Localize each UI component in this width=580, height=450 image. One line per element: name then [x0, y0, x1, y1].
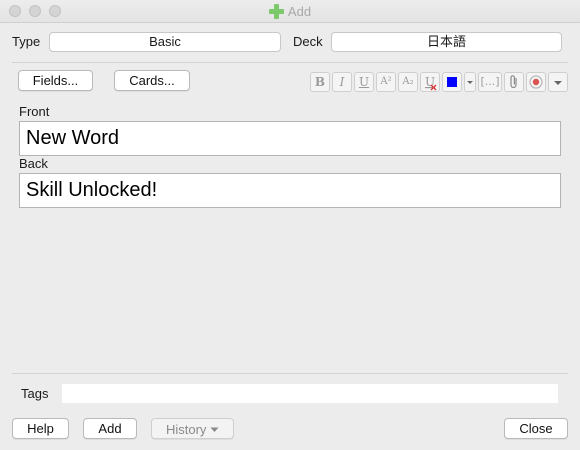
bold-icon[interactable]: B: [310, 72, 330, 92]
chevron-down-icon: [210, 419, 219, 438]
front-field[interactable]: New Word: [19, 121, 561, 156]
tags-label: Tags: [21, 386, 49, 401]
attach-icon[interactable]: [504, 72, 524, 92]
type-selector[interactable]: Basic: [49, 32, 281, 52]
help-button[interactable]: Help: [12, 418, 69, 439]
color-dropdown-icon[interactable]: [464, 72, 476, 92]
back-label: Back: [19, 156, 48, 171]
front-label: Front: [19, 104, 50, 119]
fields-button[interactable]: Fields...: [18, 70, 93, 91]
text-color-icon[interactable]: [442, 72, 462, 92]
clear-format-icon[interactable]: U: [420, 72, 440, 92]
deck-label: Deck: [293, 34, 323, 49]
window-title-area: Add: [0, 4, 580, 22]
more-dropdown-icon[interactable]: [548, 72, 568, 92]
tags-input[interactable]: [62, 384, 558, 403]
subscript-icon[interactable]: A₂: [398, 72, 418, 92]
cloze-icon[interactable]: [...]: [478, 72, 502, 92]
title-bar: Add: [0, 0, 580, 23]
underline-icon[interactable]: U: [354, 72, 374, 92]
record-icon[interactable]: [526, 72, 546, 92]
cards-button[interactable]: Cards...: [114, 70, 190, 91]
add-button[interactable]: Add: [83, 418, 137, 439]
bottom-separator: [12, 373, 568, 374]
type-label: Type: [12, 34, 41, 49]
history-label: History: [165, 422, 207, 437]
text-color-swatch: [447, 77, 457, 87]
italic-icon[interactable]: I: [332, 72, 352, 92]
history-button[interactable]: History: [151, 418, 234, 439]
superscript-icon[interactable]: A²: [376, 72, 396, 92]
window-title: Add: [287, 4, 312, 19]
back-field[interactable]: Skill Unlocked!: [19, 173, 561, 208]
deck-selector[interactable]: 日本語: [331, 32, 562, 52]
close-button[interactable]: Close: [504, 418, 568, 439]
top-separator: [12, 62, 568, 63]
green-plus-icon: [268, 4, 284, 22]
